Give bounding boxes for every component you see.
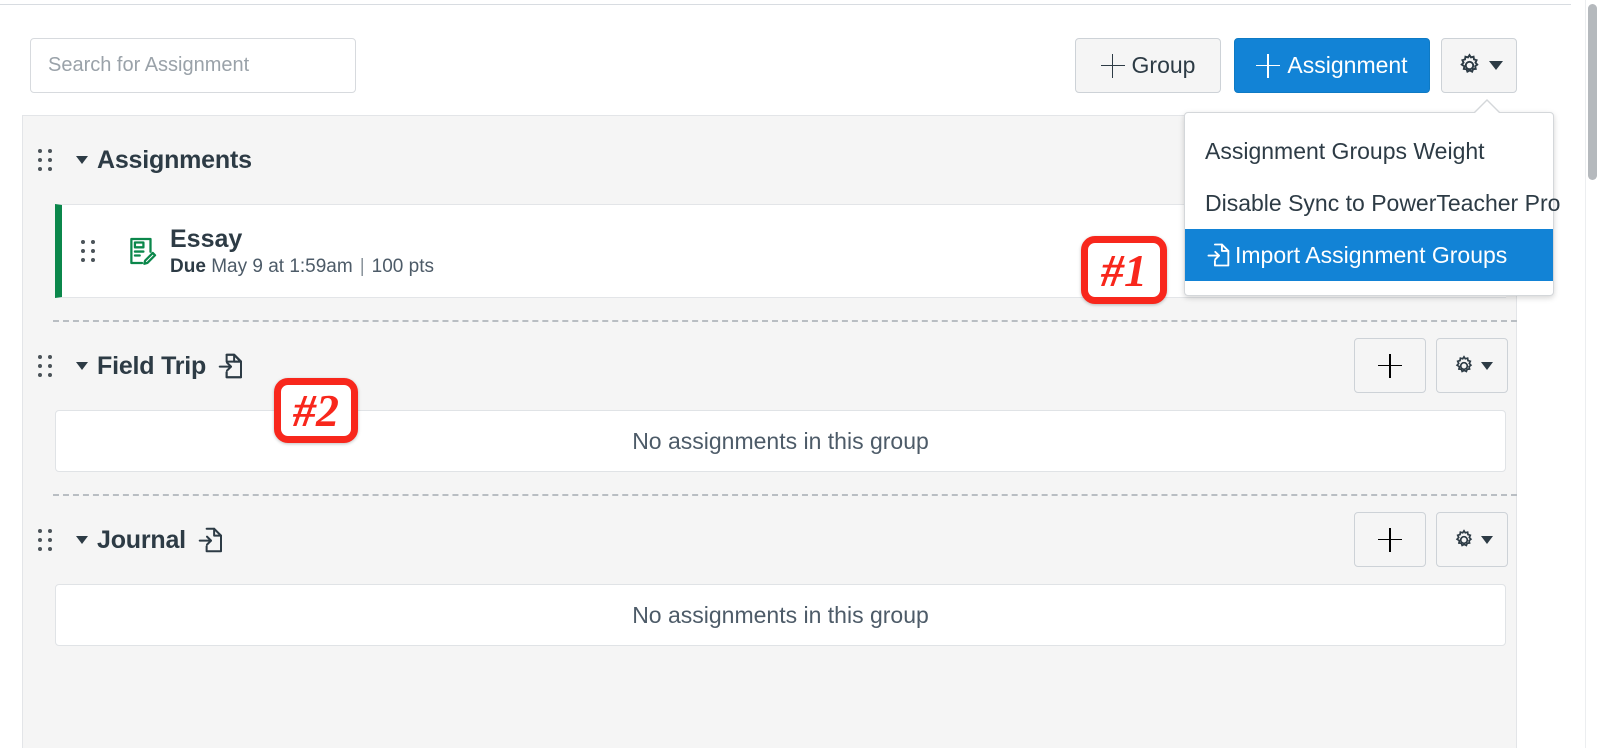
assignment-info: Essay Due May 9 at 1:59am | 100 pts [170, 226, 434, 276]
plus-icon [1100, 53, 1125, 78]
group-title: Journal [97, 525, 186, 554]
group-actions [1354, 512, 1508, 567]
import-icon [1205, 241, 1233, 269]
add-group-label: Group [1131, 52, 1196, 78]
group-actions [1354, 338, 1508, 393]
assignments-toolbar: Group Assignment [0, 26, 1571, 114]
vertical-scrollbar[interactable] [1585, 0, 1600, 748]
search-input[interactable] [30, 38, 356, 93]
drag-handle-icon[interactable] [62, 240, 114, 262]
group-settings-button[interactable] [1436, 338, 1508, 393]
menu-item-import-assignment-groups[interactable]: Import Assignment Groups [1185, 229, 1553, 281]
annotation-callout-2: #2 [274, 378, 358, 443]
empty-group-message: No assignments in this group [55, 410, 1506, 472]
annotation-label: #1 [1101, 244, 1147, 296]
group-header-left: Journal [23, 496, 226, 584]
chevron-down-icon [1480, 535, 1493, 544]
empty-group-message: No assignments in this group [55, 584, 1506, 646]
drag-handle-icon[interactable] [23, 149, 67, 171]
chevron-down-icon [1480, 361, 1493, 370]
gear-icon [1455, 528, 1472, 547]
drag-handle-icon[interactable] [23, 529, 67, 551]
assignments-page: Group Assignment Assignment [0, 0, 1600, 748]
group-settings-button[interactable] [1436, 512, 1508, 567]
gear-icon [1459, 53, 1479, 73]
empty-group-text: No assignments in this group [632, 601, 929, 628]
add-assignment-to-group-button[interactable] [1354, 338, 1426, 393]
drag-handle-icon[interactable] [23, 355, 67, 377]
assignment-title[interactable]: Essay [170, 226, 434, 252]
group-header-left: Assignments [23, 116, 252, 204]
menu-item-label: Import Assignment Groups [1235, 241, 1508, 268]
assignment-meta: Due May 9 at 1:59am | 100 pts [170, 257, 434, 276]
gear-icon [1455, 354, 1472, 373]
plus-icon [1256, 53, 1281, 78]
empty-group-text: No assignments in this group [632, 427, 929, 454]
assignment-type-icon [114, 234, 170, 268]
assignments-settings-menu: Assignment Groups Weight Disable Sync to… [1184, 99, 1560, 296]
add-group-button[interactable]: Group [1075, 38, 1221, 93]
due-value: May 9 at 1:59am [211, 255, 353, 277]
menu-item-label: Assignment Groups Weight [1205, 137, 1485, 164]
add-assignment-button[interactable]: Assignment [1234, 38, 1430, 93]
assignments-settings-button[interactable] [1441, 38, 1517, 93]
group-title: Assignments [97, 145, 252, 174]
annotation-callout-1: #1 [1081, 236, 1167, 304]
collapse-toggle-icon[interactable] [67, 536, 97, 544]
collapse-toggle-icon[interactable] [67, 156, 97, 164]
menu-item-assignment-groups-weight[interactable]: Assignment Groups Weight [1185, 125, 1553, 177]
top-divider [0, 4, 1571, 5]
group-title: Field Trip [97, 351, 207, 380]
points-value: 100 pts [371, 255, 434, 277]
group-header-journal: Journal [23, 496, 1516, 584]
plus-icon [1378, 353, 1402, 378]
group-header-field-trip: Field Trip [23, 322, 1516, 410]
chevron-down-icon [1488, 61, 1503, 70]
annotation-label: #2 [293, 385, 339, 436]
menu-item-disable-sync-powerteacher-pro[interactable]: Disable Sync to PowerTeacher Pro [1185, 177, 1560, 229]
plus-icon [1378, 527, 1402, 552]
add-assignment-to-group-button[interactable] [1354, 512, 1426, 567]
menu-item-label: Disable Sync to PowerTeacher Pro [1205, 189, 1561, 216]
due-label: Due [170, 255, 206, 277]
meta-separator: | [359, 255, 365, 277]
imported-group-icon [216, 351, 246, 381]
add-assignment-label: Assignment [1287, 52, 1408, 78]
group-header-left: Field Trip [23, 322, 246, 410]
scrollbar-thumb[interactable] [1588, 4, 1597, 180]
collapse-toggle-icon[interactable] [67, 362, 97, 370]
imported-group-icon [196, 525, 226, 555]
